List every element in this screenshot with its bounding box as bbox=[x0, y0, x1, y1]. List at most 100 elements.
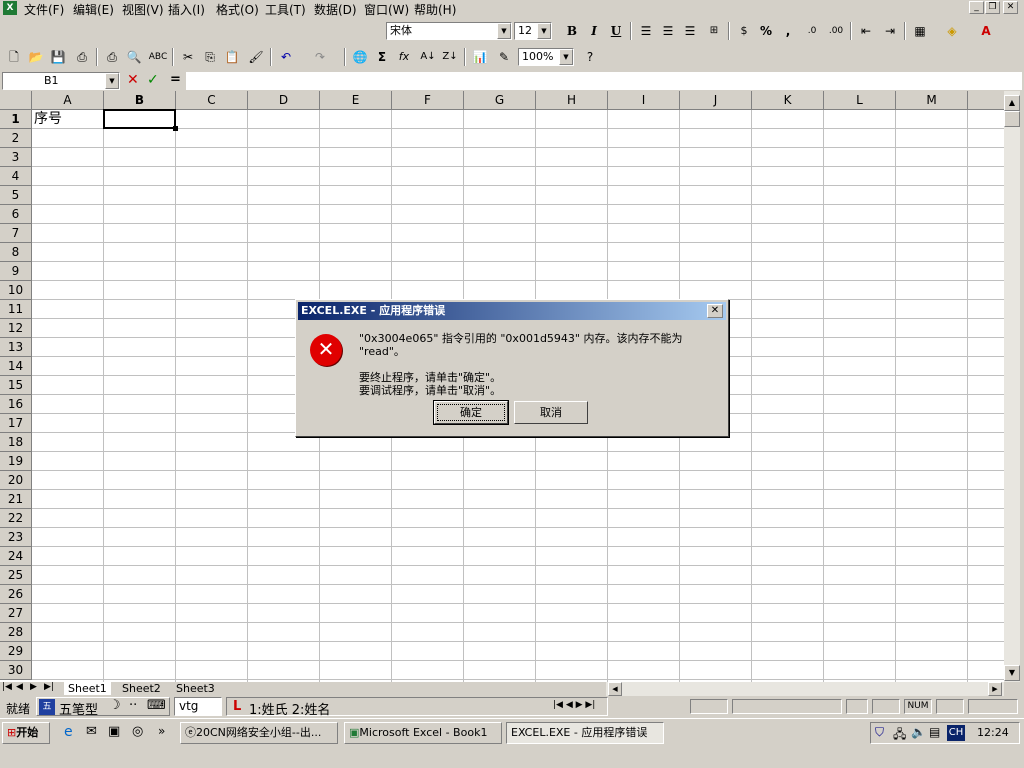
column-header-i[interactable]: I bbox=[608, 91, 680, 110]
new-icon[interactable]: 🗋 bbox=[4, 48, 24, 66]
scroll-thumb[interactable] bbox=[1004, 111, 1020, 127]
enter-entry-icon[interactable]: ✓ bbox=[147, 72, 159, 88]
row-header[interactable]: 27 bbox=[0, 604, 32, 623]
column-header-c[interactable]: C bbox=[176, 91, 248, 110]
ime-punct-icon[interactable]: ·· bbox=[129, 698, 137, 713]
cut-icon[interactable]: ✂ bbox=[178, 48, 198, 66]
fill-color-icon[interactable]: ◈ bbox=[942, 22, 962, 40]
column-header-l[interactable]: L bbox=[824, 91, 896, 110]
row-header[interactable]: 30 bbox=[0, 661, 32, 680]
name-box[interactable]: B1 ▼ bbox=[2, 72, 120, 90]
increase-indent-icon[interactable]: ⇥ bbox=[880, 22, 900, 40]
column-header-m[interactable]: M bbox=[896, 91, 968, 110]
select-all-corner[interactable] bbox=[0, 91, 32, 110]
row-header[interactable]: 23 bbox=[0, 528, 32, 547]
chevron-down-icon[interactable]: ▼ bbox=[105, 73, 119, 89]
cancel-button[interactable]: 取消 bbox=[514, 401, 588, 424]
minimize-icon[interactable]: _ bbox=[969, 1, 984, 14]
font-name-select[interactable]: 宋体 ▼ bbox=[386, 22, 512, 40]
row-header[interactable]: 10 bbox=[0, 281, 32, 300]
row-header[interactable]: 5 bbox=[0, 186, 32, 205]
menu-item[interactable]: 工具(T) bbox=[265, 1, 306, 18]
scroll-up-icon[interactable]: ▲ bbox=[1004, 95, 1020, 111]
cell-a1[interactable]: 序号 bbox=[32, 110, 62, 129]
outlook-icon[interactable]: ✉ bbox=[86, 724, 97, 739]
increase-decimal-icon[interactable]: .0 bbox=[802, 22, 822, 40]
row-header[interactable]: 28 bbox=[0, 623, 32, 642]
row-header[interactable]: 24 bbox=[0, 547, 32, 566]
chart-wizard-icon[interactable]: 📊 bbox=[470, 48, 490, 66]
undo-icon[interactable]: ↶ bbox=[276, 48, 296, 66]
italic-button[interactable]: I bbox=[584, 22, 604, 40]
display-icon[interactable]: ▤ bbox=[929, 725, 940, 739]
row-header[interactable]: 4 bbox=[0, 167, 32, 186]
close-icon[interactable]: ✕ bbox=[707, 304, 723, 318]
ime-keyboard-icon[interactable]: ⌨ bbox=[147, 698, 166, 713]
sort-descending-icon[interactable]: Z↓ bbox=[440, 48, 460, 66]
column-header-g[interactable]: G bbox=[464, 91, 536, 110]
column-header-b[interactable]: B bbox=[104, 91, 176, 110]
menu-item[interactable]: 格式(O) bbox=[216, 1, 259, 18]
row-header[interactable]: 6 bbox=[0, 205, 32, 224]
scroll-down-icon[interactable]: ▼ bbox=[1004, 665, 1020, 681]
ime-page-arrows-icon[interactable]: |◀ ◀ ▶ ▶| bbox=[553, 700, 595, 710]
column-header-f[interactable]: F bbox=[392, 91, 464, 110]
chevron-down-icon[interactable]: ▼ bbox=[559, 49, 573, 65]
row-header[interactable]: 3 bbox=[0, 148, 32, 167]
next-sheet-icon[interactable]: ▶ bbox=[30, 682, 37, 692]
column-header-e[interactable]: E bbox=[320, 91, 392, 110]
row-header[interactable]: 22 bbox=[0, 509, 32, 528]
column-header-j[interactable]: J bbox=[680, 91, 752, 110]
column-header-h[interactable]: H bbox=[536, 91, 608, 110]
borders-icon[interactable]: ▦ bbox=[910, 22, 930, 40]
excel-app-icon[interactable]: X bbox=[3, 1, 17, 15]
save-icon[interactable]: 💾 bbox=[48, 48, 68, 66]
column-header-d[interactable]: D bbox=[248, 91, 320, 110]
row-header[interactable]: 8 bbox=[0, 243, 32, 262]
print-icon[interactable]: ⎙ bbox=[102, 48, 122, 66]
ime-candidates[interactable]: 1:姓氏 2:姓名 bbox=[249, 699, 330, 718]
ime-indicator[interactable]: CH bbox=[947, 725, 965, 741]
currency-icon[interactable]: $ bbox=[734, 22, 754, 40]
taskbar-button-browser[interactable]: ⓔ20CN网络安全小组--出... bbox=[180, 722, 338, 744]
tab-sheet2[interactable]: Sheet2 bbox=[118, 682, 165, 695]
row-header[interactable]: 11 bbox=[0, 300, 32, 319]
redo-icon[interactable]: ↷ bbox=[310, 48, 330, 66]
row-header[interactable]: 1 bbox=[0, 110, 32, 129]
prev-sheet-icon[interactable]: ◀ bbox=[16, 682, 23, 692]
font-size-select[interactable]: 12 ▼ bbox=[514, 22, 552, 40]
taskbar-button-excel[interactable]: ▣Microsoft Excel - Book1 bbox=[344, 722, 502, 744]
copy-icon[interactable]: ⎘ bbox=[200, 48, 220, 66]
network-icon[interactable]: 🖧 bbox=[893, 725, 906, 746]
row-header[interactable]: 13 bbox=[0, 338, 32, 357]
comma-button[interactable]: , bbox=[778, 22, 798, 40]
column-header-k[interactable]: K bbox=[752, 91, 824, 110]
column-header-a[interactable]: A bbox=[32, 91, 104, 110]
row-header[interactable]: 14 bbox=[0, 357, 32, 376]
spelling-icon[interactable]: ABC bbox=[148, 48, 168, 66]
vertical-scrollbar[interactable]: ▲ ▼ bbox=[1004, 91, 1020, 682]
desktop-icon[interactable]: ▣ bbox=[108, 724, 120, 739]
bold-button[interactable]: B bbox=[562, 22, 582, 40]
fill-handle[interactable] bbox=[173, 126, 178, 131]
first-sheet-icon[interactable]: |◀ bbox=[2, 682, 12, 692]
equals-button[interactable]: = bbox=[170, 72, 181, 87]
row-header[interactable]: 20 bbox=[0, 471, 32, 490]
autosum-button[interactable]: Σ bbox=[372, 48, 392, 66]
horizontal-scrollbar[interactable]: ◀ ▶ bbox=[606, 682, 1004, 696]
ime-moon-icon[interactable]: ☽ bbox=[109, 698, 121, 713]
row-header[interactable]: 29 bbox=[0, 642, 32, 661]
menu-item[interactable]: 编辑(E) bbox=[73, 1, 114, 18]
underline-button[interactable]: U bbox=[606, 22, 626, 40]
chevron-down-icon[interactable]: ▼ bbox=[497, 23, 511, 39]
function-button[interactable]: fx bbox=[394, 48, 414, 66]
row-header[interactable]: 12 bbox=[0, 319, 32, 338]
zoom-select[interactable]: 100% ▼ bbox=[518, 48, 574, 66]
taskbar-button-error[interactable]: EXCEL.EXE - 应用程序错误 bbox=[506, 722, 664, 744]
formula-input[interactable] bbox=[186, 72, 1022, 90]
scroll-right-icon[interactable]: ▶ bbox=[988, 682, 1002, 696]
decrease-indent-icon[interactable]: ⇤ bbox=[856, 22, 876, 40]
row-header[interactable]: 26 bbox=[0, 585, 32, 604]
tab-sheet1[interactable]: Sheet1 bbox=[64, 682, 111, 695]
tab-sheet3[interactable]: Sheet3 bbox=[172, 682, 219, 695]
